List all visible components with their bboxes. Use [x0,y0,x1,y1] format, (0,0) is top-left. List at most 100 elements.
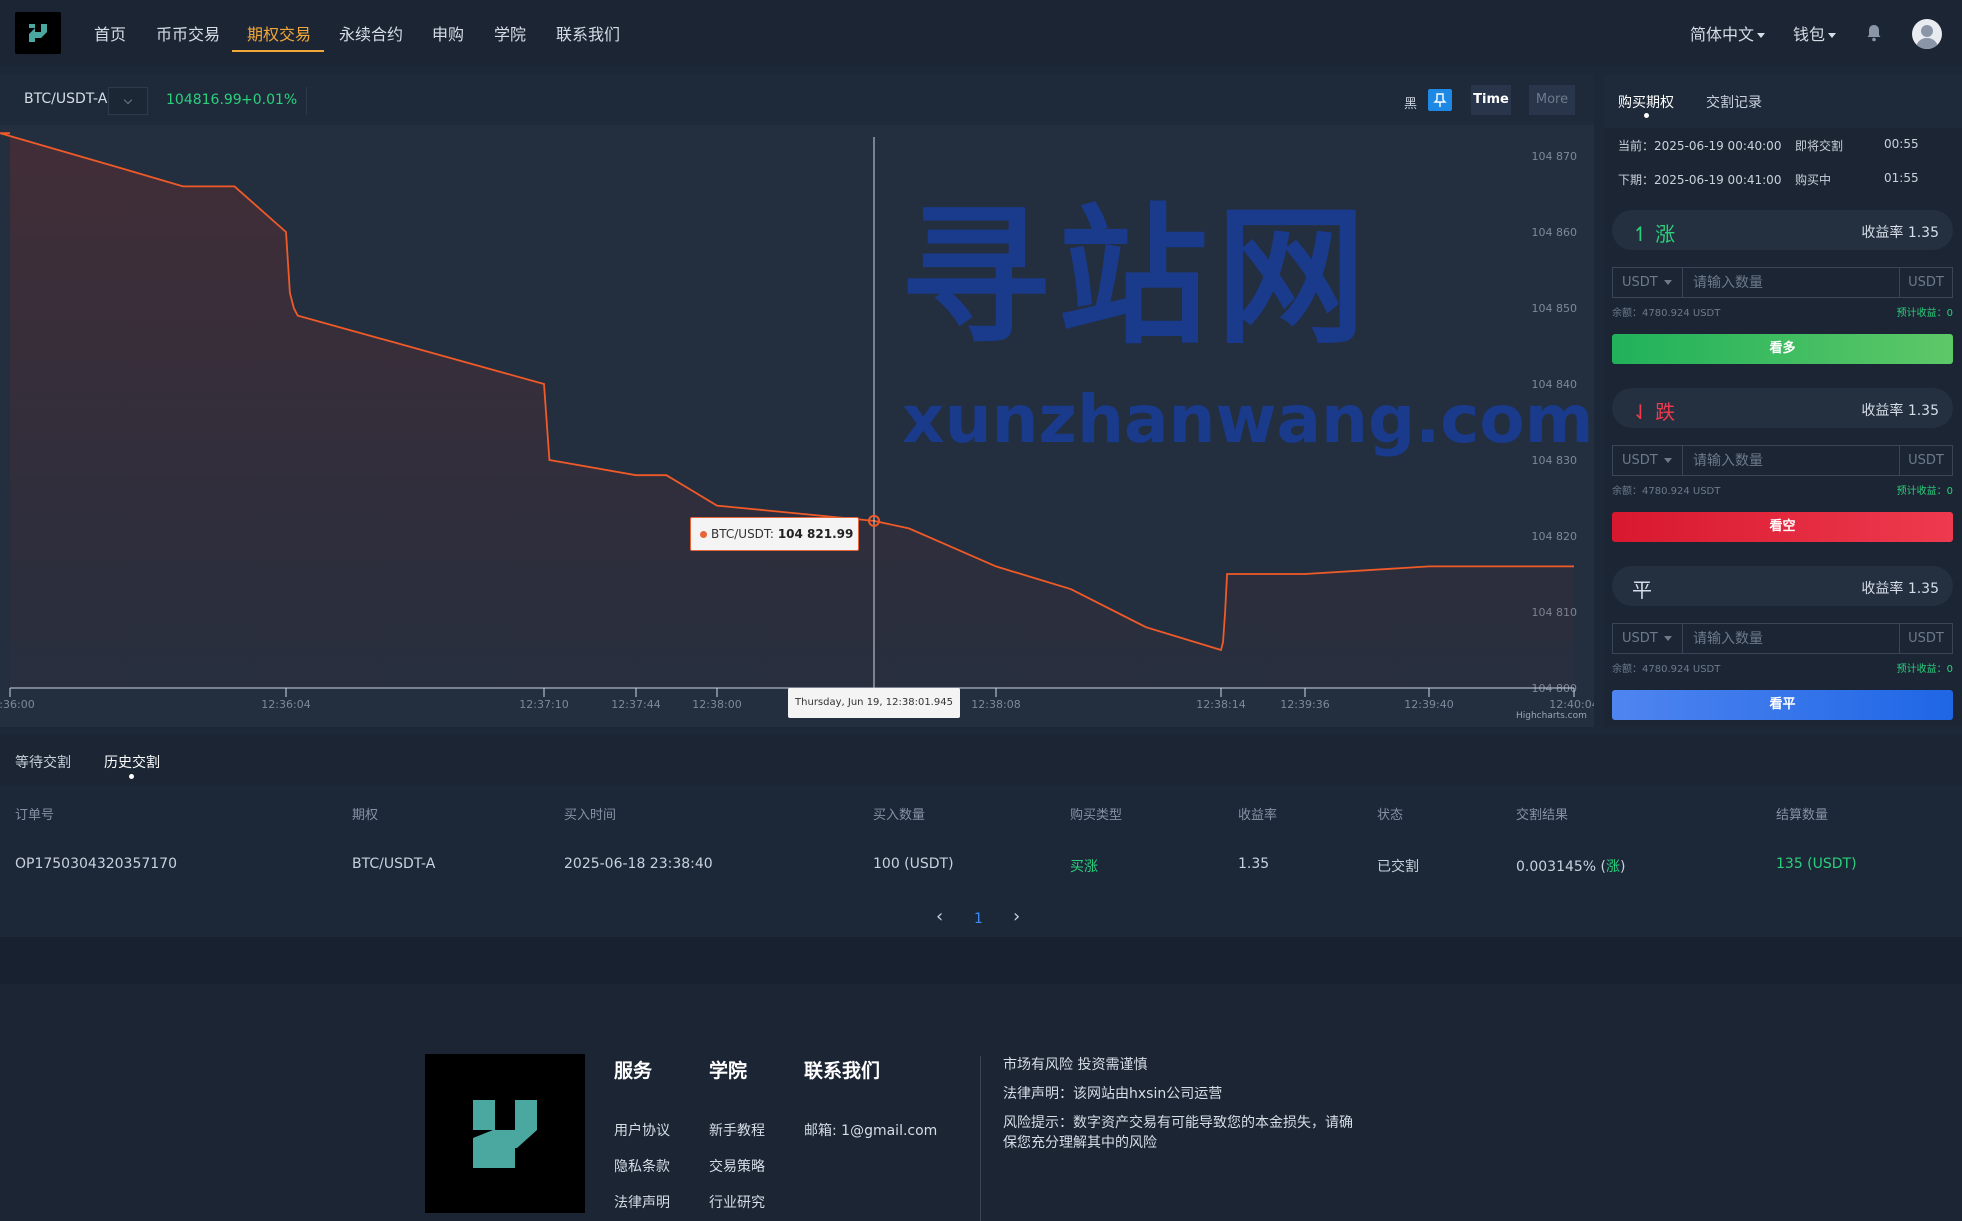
col-buy-amount: 买入数量 [873,808,926,823]
bell-icon[interactable] [1866,24,1882,42]
nav-subscribe[interactable]: 申购 [432,21,464,45]
flat-currency-select[interactable]: USDT [1613,624,1683,653]
fall-rate: 收益率 1.35 [1861,403,1939,419]
result-direction: 涨 [1606,859,1621,875]
page-1[interactable]: 1 [974,911,983,927]
prev-page-button[interactable]: ‹ [936,906,943,927]
rise-amount-input[interactable] [1684,268,1900,297]
language-selector[interactable]: 简体中文 [1690,21,1766,45]
pair-label: BTC/USDT-A [24,91,108,107]
risk-note-2: 风险提示：数字资产交易有可能导致您的本金损失，请确保您充分理解其中的风险 [1003,1115,1353,1151]
currency-label: USDT [1622,275,1658,290]
divider [306,87,307,115]
fall-currency-select[interactable]: USDT [1613,446,1683,475]
pair-dropdown[interactable] [108,87,148,115]
nav-contact[interactable]: 联系我们 [556,21,620,45]
pin-icon [1433,93,1447,107]
nav-spot[interactable]: 币币交易 [156,21,220,45]
flat-balance: 余额：4780.924 USDT [1612,664,1721,675]
time-button[interactable]: Time [1471,85,1511,115]
footer-link-privacy[interactable]: 隐私条款 [614,1156,670,1176]
logo-mark-icon [29,24,47,42]
y-tick-label: 104 850 [1532,302,1578,315]
x-tick-label: 12:39:36 [1280,698,1329,711]
buy-flat-button[interactable]: 看平 [1612,690,1953,720]
fall-label: ⇃ 跌 [1632,400,1676,424]
rise-label: ↿ 涨 [1632,222,1676,246]
col-buy-type: 购买类型 [1070,808,1123,823]
tab-buy-options[interactable]: 购买期权 [1618,92,1674,112]
fall-estimate: 预计收益：0 [1896,486,1953,497]
rise-header: ↿ 涨 收益率 1.35 [1612,210,1953,250]
avatar[interactable] [1912,19,1942,49]
currency-label: USDT [1622,453,1658,468]
x-tick-label: 12:36:04 [261,698,310,711]
footer-link-legal[interactable]: 法律声明 [614,1192,670,1212]
y-tick-label: 104 830 [1532,454,1578,467]
orders-section: 等待交割 历史交割 订单号 期权 买入时间 买入数量 购买类型 收益率 状态 交… [0,735,1962,937]
more-button[interactable]: More [1529,85,1575,115]
buy-short-button[interactable]: 看空 [1612,512,1953,542]
order-time: 2025-06-18 23:38:40 [564,856,713,872]
price-chart[interactable]: 104 870 104 860 104 850 104 840 104 830 104 8… [0,125,1594,727]
logo[interactable] [15,12,61,54]
order-id: OP1750304320357170 [15,856,177,872]
footer-link-research[interactable]: 行业研究 [709,1192,765,1212]
nav-academy[interactable]: 学院 [494,21,526,45]
trade-panel: 购买期权 交割记录 当前：2025-06-19 00:40:00 即将交割 00… [1604,75,1962,727]
current-period: 当前：2025-06-19 00:40:00 [1618,139,1782,153]
nav-active-underline [232,50,324,52]
rise-currency-select[interactable]: USDT [1613,268,1683,297]
nav-perpetual[interactable]: 永续合约 [339,21,403,45]
nav-options[interactable]: 期权交易 [247,21,311,45]
fall-amount-input[interactable] [1684,446,1900,475]
y-tick-label: 104 820 [1532,530,1578,543]
next-period: 下期：2025-06-19 00:41:00 [1618,173,1782,187]
footer-link-tutorial[interactable]: 新手教程 [709,1120,765,1140]
order-settle: 135 (USDT) [1776,856,1857,872]
flat-label: 平 [1632,578,1652,602]
flat-unit: USDT [1899,624,1952,653]
footer-link-agreement[interactable]: 用户协议 [614,1120,670,1140]
flat-rate: 收益率 1.35 [1861,581,1939,597]
col-result: 交割结果 [1516,808,1569,823]
tab-history[interactable]: 历史交割 [104,752,160,772]
tab-pending[interactable]: 等待交割 [15,752,71,772]
chevron-down-icon [1828,33,1837,38]
result-percent: 0.003145% ( [1516,859,1607,875]
y-tick-label: 104 840 [1532,378,1578,391]
current-status: 即将交割 [1795,139,1844,153]
footer-logo [425,1054,585,1213]
fall-header: ⇃ 跌 收益率 1.35 [1612,388,1953,428]
next-status: 购买中 [1795,173,1832,187]
next-countdown: 01:55 [1884,171,1919,185]
flat-amount-field: USDT USDT [1612,623,1953,654]
active-tab-indicator [129,774,134,779]
rise-amount-field: USDT USDT [1612,267,1953,298]
footer-email[interactable]: 邮箱: 1@gmail.com [804,1120,937,1140]
rise-estimate: 预计收益：0 [1896,308,1953,319]
language-label: 简体中文 [1690,25,1755,44]
next-page-button[interactable]: › [1013,906,1020,927]
rise-balance: 余额：4780.924 USDT [1612,308,1721,319]
last-price: 104816.99 [166,92,242,108]
x-tick-label: 12:40:04 [1549,698,1594,711]
flat-amount-input[interactable] [1684,624,1900,653]
chart-credit[interactable]: Highcharts.com [1516,711,1587,721]
tab-delivery-records[interactable]: 交割记录 [1706,92,1762,112]
footer-link-strategy[interactable]: 交易策略 [709,1156,765,1176]
order-option: BTC/USDT-A [352,856,436,872]
order-type: 买涨 [1070,859,1098,875]
wallet-menu[interactable]: 钱包 [1793,21,1837,45]
section-band [0,937,1962,984]
chart-panel: BTC/USDT-A 104816.99 +0.01% 黑 Time More … [0,75,1594,727]
rise-unit: USDT [1899,268,1952,297]
footer-contact-title: 联系我们 [804,1060,881,1082]
theme-toggle[interactable] [1428,89,1452,111]
nav-home[interactable]: 首页 [94,21,126,45]
chevron-down-icon [1663,636,1672,641]
fall-unit: USDT [1899,446,1952,475]
wallet-label: 钱包 [1793,25,1826,44]
buy-long-button[interactable]: 看多 [1612,334,1953,364]
trade-tabs: 购买期权 交割记录 [1604,75,1962,128]
